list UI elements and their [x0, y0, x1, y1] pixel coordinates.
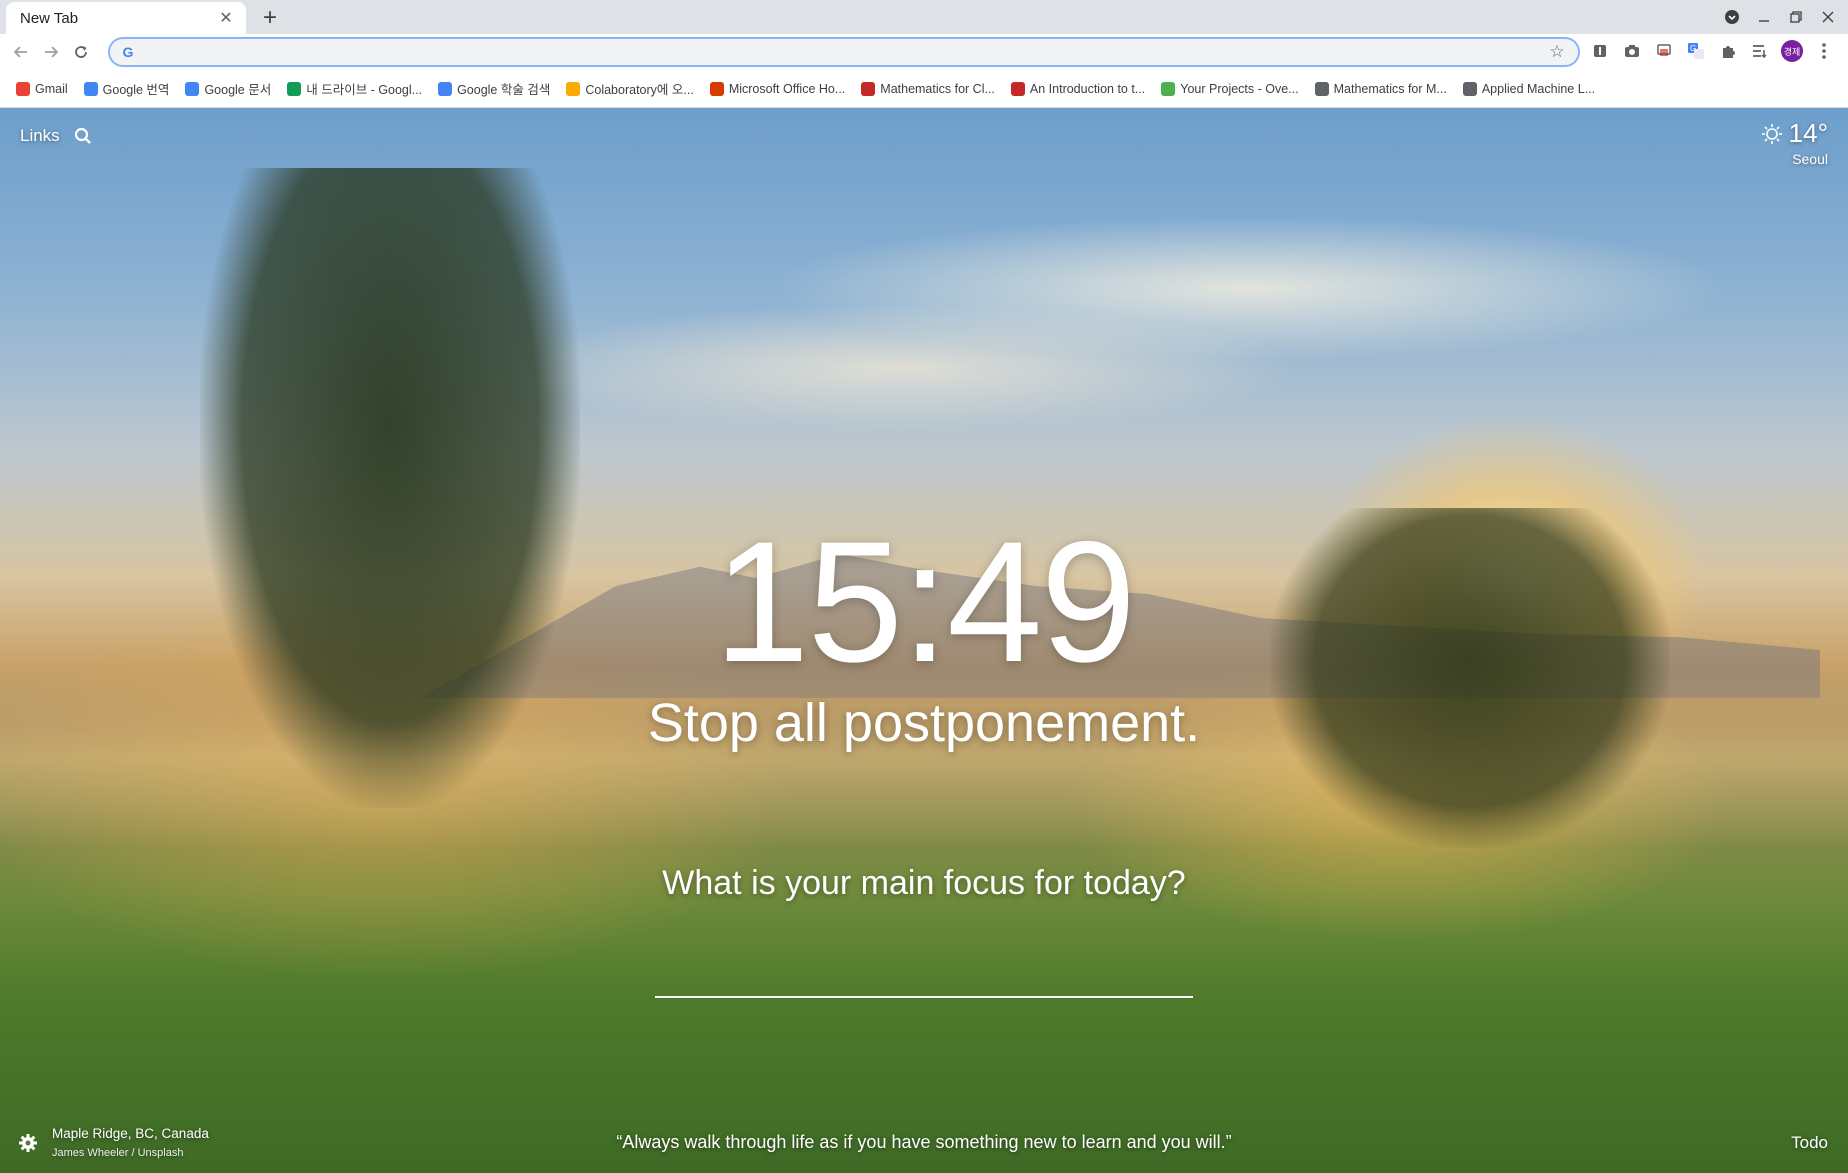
bookmark-item[interactable]: Google 번역	[78, 76, 176, 102]
weather-temperature: 14°	[1788, 118, 1828, 148]
todo-button[interactable]: Todo	[1791, 1133, 1828, 1153]
avatar: 경제	[1781, 40, 1803, 62]
address-input[interactable]	[144, 41, 1546, 63]
globe-icon	[1314, 81, 1329, 96]
plus-icon[interactable]: +	[256, 4, 284, 32]
address-bar[interactable]: G ☆	[108, 37, 1580, 67]
window-controls	[1718, 4, 1842, 30]
bookmark-item[interactable]: Microsoft Office Ho...	[704, 76, 851, 102]
reading-list-icon[interactable]	[1746, 37, 1774, 65]
bookmark-item[interactable]: Applied Machine L...	[1457, 76, 1601, 102]
bookmark-label: Google 문서	[204, 83, 272, 97]
translate-extension-icon[interactable]: G	[1682, 37, 1710, 65]
bookmark-item[interactable]: Gmail	[10, 76, 74, 102]
colab-icon	[566, 81, 581, 96]
bookmark-n-icon	[861, 81, 876, 96]
restore-icon[interactable]	[1782, 4, 1810, 30]
cast-icon[interactable]	[1650, 37, 1678, 65]
browser-toolbar: G ☆ G 경제	[0, 34, 1848, 70]
bookmark-item[interactable]: Your Projects - Ove...	[1155, 76, 1304, 102]
bookmark-label: Mathematics for Cl...	[880, 81, 995, 96]
translate-icon	[83, 81, 98, 96]
bookmark-label: Google 학술 검색	[457, 83, 551, 97]
focus-input[interactable]	[655, 948, 1193, 998]
docs-icon	[185, 81, 200, 96]
links-widget: Links	[20, 126, 92, 146]
globe-icon	[1462, 81, 1477, 96]
bookmark-label: Colaboratory에 오...	[585, 83, 694, 97]
reader-extension-icon[interactable]	[1586, 37, 1614, 65]
new-tab-dashboard: Links 14° Seoul 15:49 Stop all postponem…	[0, 108, 1848, 1173]
clock-time: 15:49	[713, 506, 1136, 698]
reload-icon[interactable]	[66, 37, 96, 67]
focus-question: What is your main focus for today?	[662, 864, 1186, 902]
google-icon: G	[122, 44, 134, 60]
tab-title: New Tab	[20, 9, 79, 27]
bookmark-label: An Introduction to t...	[1029, 81, 1146, 96]
drive-icon	[287, 81, 302, 96]
back-icon[interactable]	[6, 37, 36, 67]
tab-new-tab[interactable]: New Tab ✕	[6, 2, 246, 34]
bookmark-item[interactable]: 내 드라이브 - Googl...	[281, 76, 428, 102]
overleaf-icon	[1161, 81, 1176, 96]
bookmark-label: Applied Machine L...	[1481, 81, 1596, 96]
bookmark-label: Microsoft Office Ho...	[728, 81, 846, 96]
mantra-text: Stop all postponement.	[647, 693, 1201, 753]
bookmarks-bar: Gmail Google 번역 Google 문서 내 드라이브 - Googl...…	[0, 70, 1848, 108]
svg-text:G: G	[1690, 44, 1696, 53]
kebab-menu-icon[interactable]	[1810, 37, 1838, 65]
forward-icon[interactable]	[36, 37, 66, 67]
close-window-icon[interactable]	[1814, 4, 1842, 30]
tab-strip: New Tab ✕ +	[0, 0, 1848, 34]
weather-city: Seoul	[1792, 151, 1828, 167]
office-icon	[709, 81, 724, 96]
bookmark-item[interactable]: Google 문서	[179, 76, 277, 102]
weather-widget[interactable]: 14° Seoul	[1761, 118, 1828, 167]
minimize-icon[interactable]	[1750, 4, 1778, 30]
camera-icon[interactable]	[1618, 37, 1646, 65]
bookmark-item[interactable]: Mathematics for Cl...	[855, 76, 1001, 102]
bookmark-label: Google 번역	[102, 83, 170, 97]
tab-search-icon[interactable]	[1718, 4, 1746, 30]
search-icon[interactable]	[74, 127, 92, 145]
puzzle-icon[interactable]	[1714, 37, 1742, 65]
bookmark-item[interactable]: Mathematics for M...	[1309, 76, 1453, 102]
sun-icon	[1761, 123, 1783, 145]
bookmark-label: 내 드라이브 - Googl...	[306, 83, 423, 97]
profile-avatar[interactable]: 경제	[1778, 37, 1806, 65]
bookmark-label: Mathematics for M...	[1333, 81, 1447, 96]
daily-quote: “Always walk through life as if you have…	[616, 1132, 1232, 1152]
gmail-icon	[16, 81, 30, 96]
links-button[interactable]: Links	[20, 126, 60, 146]
bookmark-item[interactable]: An Introduction to t...	[1005, 76, 1151, 102]
bookmark-label: Gmail	[35, 81, 68, 96]
close-icon[interactable]: ✕	[216, 8, 236, 28]
bookmark-label: Your Projects - Ove...	[1180, 81, 1299, 96]
extensions-area: G 경제	[1586, 37, 1838, 65]
scholar-icon	[438, 81, 453, 96]
star-icon[interactable]: ☆	[1546, 41, 1568, 63]
bookmark-item[interactable]: Google 학술 검색	[432, 76, 556, 102]
bookmark-m-icon	[1010, 81, 1025, 96]
bookmark-item[interactable]: Colaboratory에 오...	[560, 76, 699, 102]
